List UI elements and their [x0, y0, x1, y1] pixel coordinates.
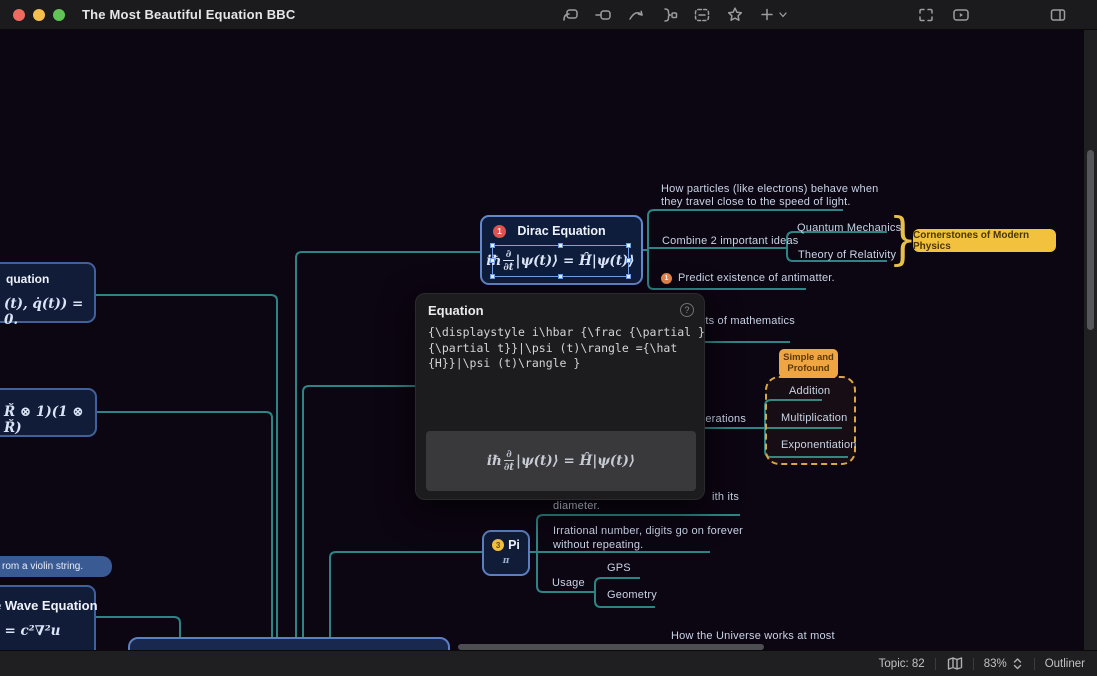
fullscreen-icon[interactable] — [916, 5, 936, 25]
branch-multiplication[interactable]: Multiplication — [781, 412, 847, 424]
branch-irrational-line2[interactable]: without repeating. — [553, 539, 643, 551]
simple-profound-line2: Profound — [787, 364, 829, 375]
slideshow-icon[interactable] — [951, 5, 971, 25]
pi-symbol: π — [484, 556, 528, 566]
outliner-toggle[interactable]: Outliner — [1045, 658, 1085, 670]
branch-diameter[interactable]: diameter. — [553, 500, 600, 512]
branch-how-particles-line1[interactable]: How particles (like electrons) behave wh… — [661, 183, 879, 195]
title-bar: The Most Beautiful Equation BBC — [0, 0, 1097, 30]
node-pi[interactable]: 3 Pi π — [482, 530, 530, 576]
branch-usage[interactable]: Usage — [552, 577, 585, 589]
branch-combine-ideas[interactable]: Combine 2 important ideas — [662, 235, 798, 247]
violin-text-fragment: rom a violin string. — [2, 561, 83, 572]
status-bar: Topic: 82 83% Outliner — [0, 650, 1097, 676]
priority-3-marker-icon: 3 — [492, 539, 504, 551]
latex-input[interactable]: {\displaystyle i\hbar {\frac {\partial }… — [428, 325, 692, 372]
selection-handle[interactable] — [626, 258, 631, 263]
node-simple-profound[interactable]: Simple and Profound — [779, 349, 838, 378]
zoom-control[interactable]: 83% — [984, 656, 1024, 671]
summary-brace: } — [889, 213, 910, 267]
relationship-icon[interactable] — [626, 5, 646, 25]
left-node-title-fragment: quation — [6, 272, 49, 286]
wave-node-title-fragment: e Wave Equation — [0, 598, 98, 613]
selection-handle[interactable] — [558, 274, 563, 279]
branch-theory-of-relativity[interactable]: Theory of Relativity — [798, 249, 896, 261]
branch-gps[interactable]: GPS — [607, 562, 631, 574]
selection-handle[interactable] — [490, 243, 495, 248]
branch-quantum-mechanics[interactable]: Quantum Mechanics — [797, 222, 901, 234]
node-dirac-equation[interactable]: 1 Dirac Equation iℏ∂∂t|ψ(t)⟩ = Ĥ|ψ(t)⟩ — [480, 215, 643, 285]
vertical-scrollbar-track[interactable] — [1084, 30, 1097, 650]
branch-irrational-line1[interactable]: Irrational number, digits go on forever — [553, 525, 743, 537]
left-node-equation: (t), q̇(t)) = 0. — [4, 296, 94, 328]
insert-topic-icon[interactable] — [560, 5, 580, 25]
equation-preview: iℏ∂∂t|ψ(t)⟩ = Ĥ|ψ(t)⟩ — [426, 431, 696, 491]
branch-with-its-fragment[interactable]: ith its — [712, 491, 739, 503]
toolbar — [560, 0, 790, 30]
selection-handle[interactable] — [626, 243, 631, 248]
dirac-equation-text: iℏ∂∂t|ψ(t)⟩ = Ĥ|ψ(t)⟩ — [486, 249, 634, 273]
minimize-button[interactable] — [33, 9, 45, 21]
node-central-topic-clipped[interactable] — [128, 637, 450, 650]
equation-editor-popup: Equation ? {\displaystyle i\hbar {\frac … — [415, 293, 705, 500]
callout-violin-string[interactable]: rom a violin string. — [0, 556, 112, 577]
tensor-equation: Ř ⊗ 1)(1 ⊗ Ř) — [4, 404, 95, 436]
selection-handle[interactable] — [626, 274, 631, 279]
node-left-equation[interactable]: quation (t), q̇(t)) = 0. — [0, 262, 96, 323]
popup-title: Equation — [428, 303, 484, 318]
branch-geometry[interactable]: Geometry — [607, 589, 657, 601]
window-title: The Most Beautiful Equation BBC — [82, 7, 295, 22]
selection-handle[interactable] — [558, 243, 563, 248]
map-overview-icon[interactable] — [946, 655, 963, 672]
divider — [973, 658, 974, 670]
branch-addition[interactable]: Addition — [789, 385, 830, 397]
wave-equation: u2= c²∇²u — [0, 619, 61, 643]
toolbar-panel — [1048, 0, 1068, 30]
insert-subtopic-icon[interactable] — [593, 5, 613, 25]
branch-how-particles-line2[interactable]: they travel close to the speed of light. — [661, 196, 851, 208]
branch-mathematics-fragment[interactable]: nts of mathematics — [699, 315, 795, 327]
branch-antimatter[interactable]: Predict existence of antimatter. — [678, 272, 835, 284]
divider — [1034, 658, 1035, 670]
zoom-level: 83% — [984, 658, 1007, 670]
branch-universe-fragment[interactable]: How the Universe works at most — [671, 630, 835, 642]
summary-icon[interactable] — [659, 5, 679, 25]
selection-handle[interactable] — [490, 258, 495, 263]
insert-dropdown-icon[interactable] — [758, 5, 790, 25]
equation-selection-box[interactable]: iℏ∂∂t|ψ(t)⟩ = Ĥ|ψ(t)⟩ — [492, 245, 629, 277]
vertical-scrollbar-thumb[interactable] — [1087, 150, 1094, 330]
mindmap-canvas[interactable]: How particles (like electrons) behave wh… — [0, 30, 1097, 650]
help-icon[interactable]: ? — [680, 303, 694, 317]
boundary-icon[interactable] — [692, 5, 712, 25]
topic-count: Topic: 82 — [879, 658, 925, 670]
branch-operations-fragment[interactable]: perations — [699, 413, 746, 425]
format-panel-icon[interactable] — [1048, 5, 1068, 25]
toolbar-right — [916, 0, 971, 30]
divider — [935, 658, 936, 670]
pi-node-title: Pi — [508, 538, 520, 552]
branch-exponentiation[interactable]: Exponentiation — [781, 439, 857, 451]
zoom-stepper-icon[interactable] — [1011, 656, 1024, 671]
node-left-tensor-equation[interactable]: Ř ⊗ 1)(1 ⊗ Ř) — [0, 388, 97, 437]
marker-star-icon[interactable] — [725, 5, 745, 25]
node-cornerstones[interactable]: Cornerstones of Modern Physics — [913, 229, 1056, 252]
maximize-button[interactable] — [53, 9, 65, 21]
priority-marker-icon: 1 — [661, 273, 672, 284]
simple-profound-line1: Simple and — [783, 353, 834, 364]
window-controls — [13, 9, 65, 21]
selection-handle[interactable] — [490, 274, 495, 279]
dirac-node-title: Dirac Equation — [482, 224, 641, 238]
node-wave-equation[interactable]: e Wave Equation u2= c²∇²u — [0, 585, 96, 650]
close-button[interactable] — [13, 9, 25, 21]
